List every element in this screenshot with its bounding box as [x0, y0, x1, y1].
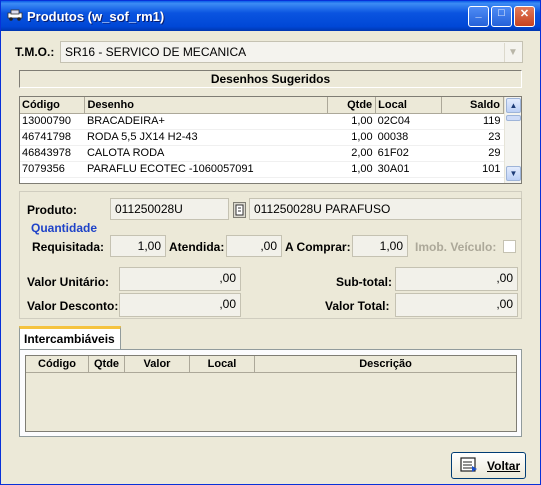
tmo-label: T.M.O.:: [15, 45, 55, 59]
voltar-button[interactable]: Voltar: [451, 452, 526, 479]
exit-icon: [460, 457, 477, 472]
subtotal-label: Sub-total:: [336, 275, 392, 289]
tmo-value: SR16 - SERVICO DE MECANICA: [65, 45, 247, 59]
col-valor[interactable]: Valor: [125, 356, 190, 373]
cell-codigo: 46741798: [20, 129, 85, 146]
intercambiaveis-panel: Código Qtde Valor Local Descrição: [19, 349, 522, 437]
minimize-button[interactable]: _: [468, 6, 489, 27]
a-comprar-field[interactable]: 1,00: [352, 235, 408, 257]
table-row[interactable]: 46843978 CALOTA RODA 2,00 61F02 29: [20, 145, 504, 162]
produto-code-field[interactable]: 011250028U: [110, 198, 229, 220]
intercambiaveis-grid[interactable]: Código Qtde Valor Local Descrição: [25, 355, 517, 432]
quantidade-title: Quantidade: [31, 221, 98, 235]
window: Produtos (w_sof_rm1) _ □ ✕ T.M.O.: SR16 …: [0, 0, 541, 485]
desenhos-grid[interactable]: Código Desenho Qtde Local Saldo 13000790…: [19, 96, 522, 184]
scroll-thumb[interactable]: [506, 115, 521, 121]
valor-total-field[interactable]: ,00: [395, 293, 518, 317]
subtotal-field[interactable]: ,00: [395, 267, 518, 291]
cell-qtde: 1,00: [327, 161, 376, 178]
a-comprar-label: A Comprar:: [285, 240, 351, 254]
cell-saldo: 23: [441, 129, 504, 146]
table-row[interactable]: 46741798 RODA 5,5 JX14 H2-43 1,00 00038 …: [20, 129, 504, 146]
col-local[interactable]: Local: [375, 97, 443, 114]
tab-intercambiaveis[interactable]: Intercambiáveis: [19, 326, 121, 350]
scroll-up-icon[interactable]: ▲: [506, 98, 521, 113]
valor-total-label: Valor Total:: [325, 299, 390, 313]
lookup-icon[interactable]: [233, 202, 246, 218]
cell-qtde: 2,00: [327, 145, 376, 162]
col-descricao[interactable]: Descrição: [255, 356, 516, 373]
tmo-select[interactable]: SR16 - SERVICO DE MECANICA ▼: [60, 41, 523, 63]
cell-local: 61F02: [375, 145, 442, 162]
col-qtde[interactable]: Qtde: [89, 356, 125, 373]
voltar-label: Voltar: [487, 459, 521, 473]
car-icon: [7, 9, 23, 21]
cell-local: 02C04: [375, 113, 442, 130]
produto-desc-field[interactable]: 011250028U PARAFUSO: [249, 198, 522, 220]
valor-unitario-field[interactable]: ,00: [119, 267, 241, 291]
cell-desenho: BRACADEIRA+: [84, 113, 328, 130]
chevron-down-icon[interactable]: ▼: [504, 43, 521, 62]
title-bar[interactable]: Produtos (w_sof_rm1) _ □ ✕: [1, 1, 540, 31]
col-saldo[interactable]: Saldo: [441, 97, 504, 114]
imob-veiculo-label: Imob. Veículo:: [415, 240, 497, 254]
client-area: T.M.O.: SR16 - SERVICO DE MECANICA ▼ Des…: [5, 31, 536, 482]
scroll-down-icon[interactable]: ▼: [506, 166, 521, 181]
cell-desenho: CALOTA RODA: [84, 145, 328, 162]
valor-unitario-label: Valor Unitário:: [27, 275, 110, 289]
window-title: Produtos (w_sof_rm1): [27, 9, 165, 24]
cell-qtde: 1,00: [327, 113, 376, 130]
cell-saldo: 29: [441, 145, 504, 162]
requisitada-label: Requisitada:: [32, 240, 105, 254]
cell-local: 30A01: [375, 161, 442, 178]
requisitada-field[interactable]: 1,00: [110, 235, 166, 257]
atendida-label: Atendida:: [169, 240, 225, 254]
cell-codigo: 46843978: [20, 145, 85, 162]
cell-desenho: RODA 5,5 JX14 H2-43: [84, 129, 328, 146]
cell-desenho: PARAFLU ECOTEC -1060057091: [84, 161, 328, 178]
col-qtde[interactable]: Qtde: [327, 97, 377, 114]
valor-desconto-label: Valor Desconto:: [27, 299, 119, 313]
atendida-field[interactable]: ,00: [226, 235, 282, 257]
vertical-scrollbar[interactable]: ▲ ▼: [504, 97, 521, 183]
desenhos-title: Desenhos Sugeridos: [19, 70, 522, 88]
cell-qtde: 1,00: [327, 129, 376, 146]
cell-codigo: 13000790: [20, 113, 85, 130]
imob-veiculo-checkbox[interactable]: [503, 240, 516, 253]
col-desenho[interactable]: Desenho: [84, 97, 329, 114]
cell-local: 00038: [375, 129, 442, 146]
maximize-button[interactable]: □: [491, 6, 512, 27]
cell-codigo: 7079356: [20, 161, 85, 178]
cell-saldo: 119: [441, 113, 504, 130]
table-row[interactable]: 13000790 BRACADEIRA+ 1,00 02C04 119: [20, 113, 504, 130]
col-local[interactable]: Local: [190, 356, 255, 373]
col-codigo[interactable]: Código: [26, 356, 89, 373]
col-codigo[interactable]: Código: [20, 97, 86, 114]
produto-label: Produto:: [27, 203, 77, 217]
cell-saldo: 101: [441, 161, 504, 178]
close-button[interactable]: ✕: [514, 6, 535, 27]
valor-desconto-field[interactable]: ,00: [119, 293, 241, 317]
table-row[interactable]: 7079356 PARAFLU ECOTEC -1060057091 1,00 …: [20, 161, 504, 178]
